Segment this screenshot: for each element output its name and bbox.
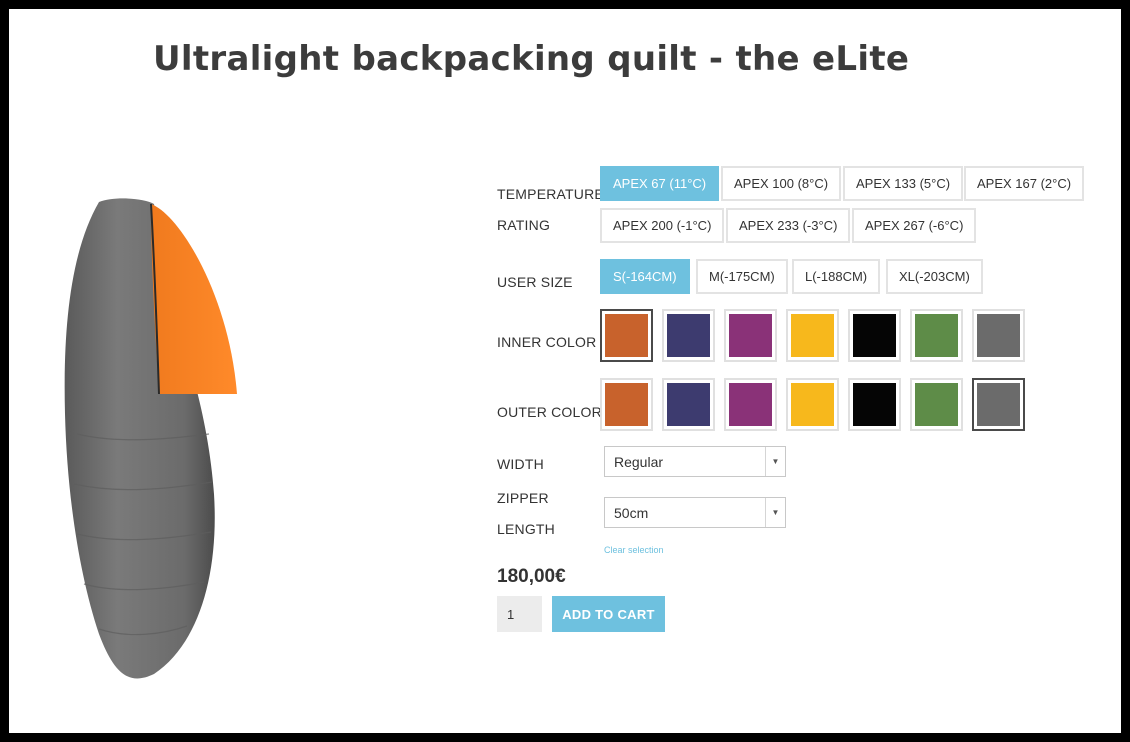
inner-color-swatch-fill [791, 314, 834, 357]
inner-color-swatch-fill [853, 314, 896, 357]
zipper-label-line2: LENGTH [497, 521, 555, 537]
price: 180,00€ [497, 566, 566, 587]
temperature-option[interactable]: APEX 267 (-6°C) [852, 208, 977, 243]
temperature-option[interactable]: APEX 200 (-1°C) [600, 208, 725, 243]
inner-color-swatch-fill [915, 314, 958, 357]
chevron-down-icon: ▼ [765, 447, 785, 476]
width-select[interactable]: Regular ▼ [604, 446, 786, 477]
size-option[interactable]: M(-175CM) [696, 259, 788, 294]
inner-color-swatch-fill [977, 314, 1020, 357]
outer-color-swatch[interactable] [910, 378, 963, 431]
inner-color-swatch[interactable] [848, 309, 901, 362]
outer-color-swatch[interactable] [662, 378, 715, 431]
inner-color-swatch[interactable] [786, 309, 839, 362]
temperature-option[interactable]: APEX 167 (2°C) [964, 166, 1085, 201]
clear-selection-link[interactable]: Clear selection [604, 545, 664, 555]
temperature-label-line2: RATING [497, 217, 551, 233]
inner-color-swatch[interactable] [600, 309, 653, 362]
zipper-select[interactable]: 50cm ▼ [604, 497, 786, 528]
temperature-option[interactable]: APEX 133 (5°C) [843, 166, 964, 201]
outer-color-swatch-fill [977, 383, 1020, 426]
temperature-option[interactable]: APEX 100 (8°C) [721, 166, 842, 201]
outer-color-swatch-fill [667, 383, 710, 426]
zipper-label: ZIPPER [497, 490, 549, 506]
inner-color-label: INNER COLOR [497, 334, 597, 350]
outer-color-label: OUTER COLOR [497, 404, 602, 420]
chevron-down-icon: ▼ [765, 498, 785, 527]
inner-color-swatch[interactable] [724, 309, 777, 362]
width-label: WIDTH [497, 456, 544, 472]
zipper-select-value: 50cm [614, 504, 649, 521]
size-option[interactable]: L(-188CM) [792, 259, 881, 294]
inner-color-swatch-fill [729, 314, 772, 357]
temperature-option[interactable]: APEX 233 (-3°C) [726, 208, 851, 243]
outer-color-swatch[interactable] [786, 378, 839, 431]
variation-form: TEMPERATURE RATING APEX 67 (11°C) APEX 1… [497, 9, 1097, 733]
width-select-value: Regular [614, 453, 664, 470]
size-option[interactable]: S(-164CM) [600, 259, 690, 294]
inner-color-swatch[interactable] [910, 309, 963, 362]
outer-color-swatch-fill [915, 383, 958, 426]
inner-color-swatch-fill [667, 314, 710, 357]
inner-color-swatch[interactable] [972, 309, 1025, 362]
product-image [59, 194, 249, 689]
size-option[interactable]: XL(-203CM) [886, 259, 983, 294]
page-frame: Ultralight backpacking quilt - the eLite [9, 9, 1121, 733]
outer-color-swatch-fill [605, 383, 648, 426]
outer-color-swatch-fill [791, 383, 834, 426]
outer-color-swatch-fill [729, 383, 772, 426]
user-size-label: USER SIZE [497, 274, 573, 290]
outer-color-swatch[interactable] [972, 378, 1025, 431]
quantity-input[interactable]: 1 [497, 596, 542, 632]
inner-color-swatch-fill [605, 314, 648, 357]
inner-color-swatch[interactable] [662, 309, 715, 362]
outer-color-swatch[interactable] [600, 378, 653, 431]
outer-color-swatch[interactable] [848, 378, 901, 431]
outer-color-swatch-fill [853, 383, 896, 426]
outer-color-swatch[interactable] [724, 378, 777, 431]
temperature-label: TEMPERATURE [497, 186, 604, 202]
add-to-cart-button[interactable]: ADD TO CART [552, 596, 665, 632]
temperature-option[interactable]: APEX 67 (11°C) [600, 166, 720, 201]
